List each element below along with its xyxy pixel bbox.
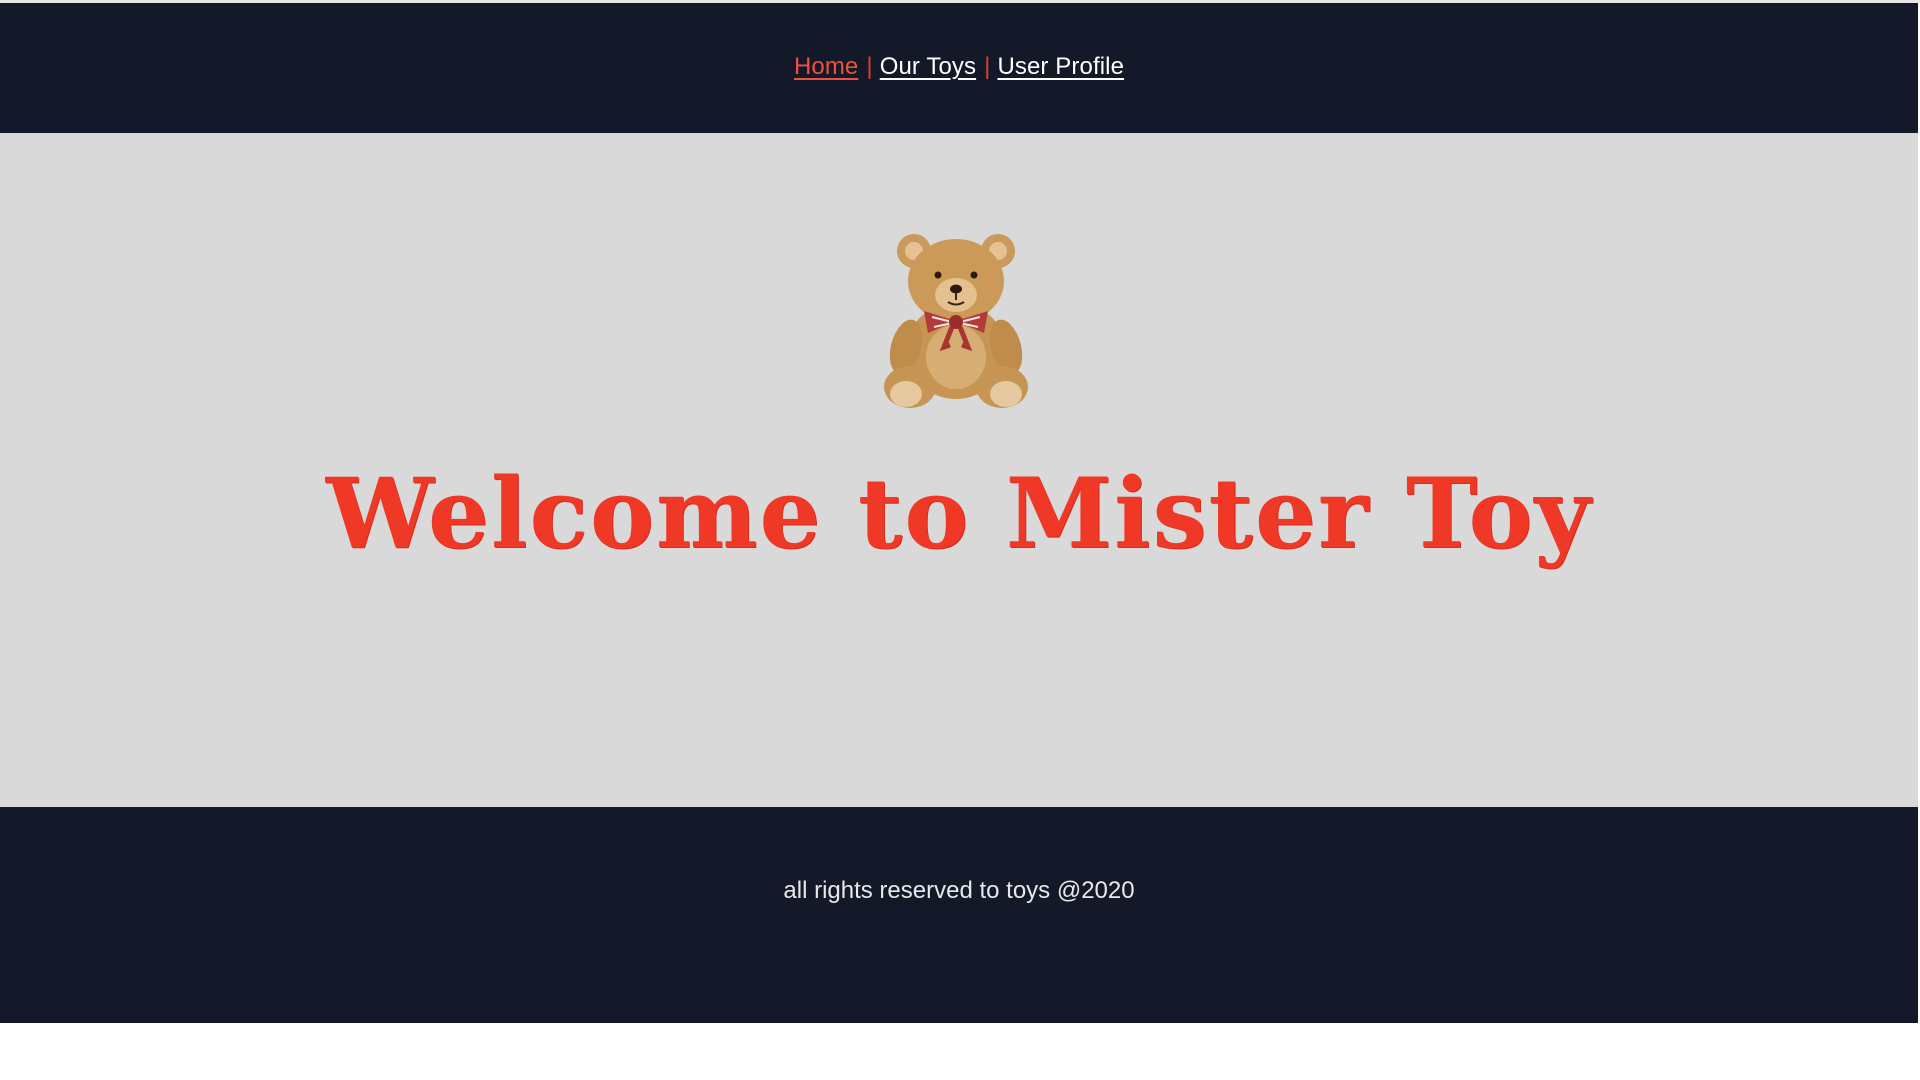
nav-separator: | [984, 53, 991, 80]
site-header: Home | Our Toys | User Profile [0, 3, 1918, 133]
site-footer: all rights reserved to toys @2020 [0, 807, 1918, 1023]
main-content: Welcome to Mister Toy [0, 133, 1918, 807]
nav-link-user-profile[interactable]: User Profile [997, 53, 1124, 80]
page-title: Welcome to Mister Toy [325, 457, 1593, 570]
nav-link-home[interactable]: Home [794, 53, 858, 80]
main-nav: Home | Our Toys | User Profile [794, 53, 1124, 81]
nav-link-our-toys[interactable]: Our Toys [880, 53, 976, 80]
teddy-bear-image [884, 234, 1028, 408]
copyright-text: all rights reserved to toys @2020 [783, 877, 1135, 904]
nav-separator: | [866, 53, 873, 80]
